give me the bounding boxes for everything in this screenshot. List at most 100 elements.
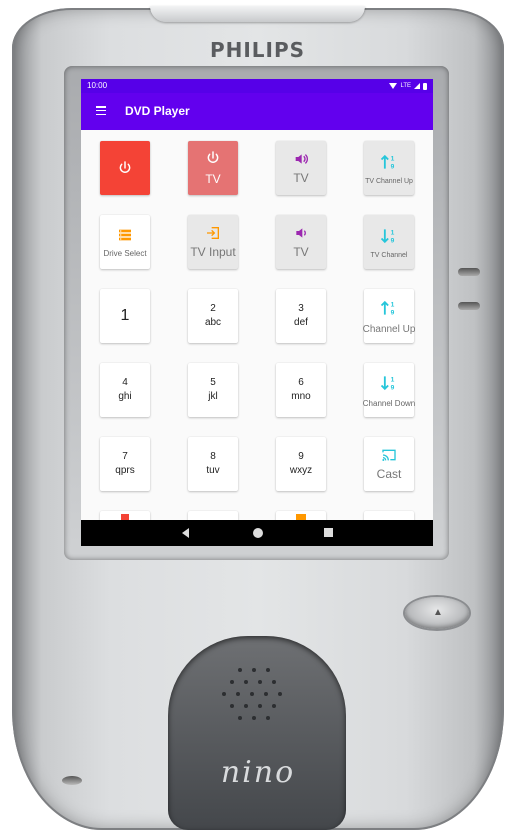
- cast-button[interactable]: Cast: [364, 437, 414, 491]
- tv-input-button[interactable]: TV Input: [188, 215, 238, 269]
- key-5-button[interactable]: 5 jkl: [188, 363, 238, 417]
- tv-volume-down-button[interactable]: TV: [276, 215, 326, 269]
- key-digit: 1: [120, 307, 130, 324]
- volume-down-icon: [296, 228, 306, 238]
- side-indicator-top: [458, 268, 480, 276]
- tv-channel-up-label: TV Channel Up: [365, 177, 413, 185]
- grille-hole: [250, 692, 254, 696]
- system-nav-bar: [81, 520, 433, 546]
- cast-label: Cast: [376, 467, 402, 481]
- key-9-button[interactable]: 9 wxyz: [276, 437, 326, 491]
- key-letters: jkl: [208, 391, 218, 402]
- grille-hole: [266, 668, 270, 672]
- grille-hole: [266, 716, 270, 720]
- key-letters: abc: [204, 317, 222, 328]
- tv-volume-down-label: TV: [293, 245, 309, 259]
- tv-volume-up-button[interactable]: TV: [276, 141, 326, 195]
- speaker-grille: [168, 636, 346, 830]
- grille-hole: [230, 704, 234, 708]
- key-4-button[interactable]: 4 ghi: [100, 363, 150, 417]
- grille-hole: [252, 668, 256, 672]
- svg-text:9: 9: [391, 163, 395, 170]
- key-letters: tuv: [206, 465, 220, 476]
- cast-icon: [382, 449, 396, 461]
- grille-hole: [238, 668, 242, 672]
- key-letters: ghi: [118, 391, 132, 402]
- key-3-button[interactable]: 3 def: [276, 289, 326, 343]
- tv-channel-up-button[interactable]: 19 TV Channel Up: [364, 141, 414, 195]
- hardware-action-button[interactable]: ▲: [405, 597, 469, 629]
- recents-icon[interactable]: [324, 528, 333, 537]
- grille-hole: [264, 692, 268, 696]
- drive-select-label: Drive Select: [103, 248, 147, 258]
- grille-hole: [278, 692, 282, 696]
- app-bar: DVD Player: [81, 93, 433, 130]
- status-bar: 10:00 LTE: [81, 79, 433, 93]
- sort-descending-icon: 19: [380, 375, 395, 391]
- svg-text:1: 1: [391, 301, 395, 308]
- key-letters: wxyz: [289, 465, 313, 476]
- svg-text:1: 1: [391, 155, 395, 162]
- svg-text:1: 1: [391, 376, 395, 383]
- tv-channel-down-label: TV Channel: [370, 251, 408, 259]
- svg-text:9: 9: [391, 237, 395, 244]
- channel-up-label: Channel Up: [362, 323, 416, 335]
- grille-hole: [236, 692, 240, 696]
- tv-input-label: TV Input: [190, 245, 236, 259]
- phone-screen: 10:00 LTE DVD Player TV TV 19 TV Channel…: [81, 79, 433, 546]
- svg-text:1: 1: [391, 229, 395, 236]
- grille-hole: [244, 704, 248, 708]
- nino-logo: nino: [220, 755, 296, 790]
- sort-descending-icon: 19: [380, 229, 395, 244]
- sort-ascending-icon: 19: [380, 300, 395, 316]
- grille-hole: [272, 704, 276, 708]
- power-icon: [119, 161, 131, 173]
- home-icon[interactable]: [253, 528, 263, 538]
- key-digit: 4: [122, 377, 128, 388]
- grille-hole: [272, 680, 276, 684]
- key-digit: 8: [210, 451, 216, 462]
- tv-volume-up-label: TV: [293, 171, 309, 185]
- app-title: DVD Player: [125, 104, 190, 118]
- key-letters: mno: [291, 391, 311, 402]
- key-letters: def: [294, 317, 308, 328]
- key-7-button[interactable]: 7 qprs: [100, 437, 150, 491]
- key-digit: 5: [210, 377, 216, 388]
- channel-down-label: Channel Down: [362, 398, 416, 408]
- menu-icon[interactable]: [96, 106, 106, 116]
- brand-logo: PHILIPS: [209, 38, 306, 62]
- wifi-icon: [389, 83, 398, 89]
- grille-hole: [244, 680, 248, 684]
- key-digit: 3: [298, 303, 304, 314]
- grille-hole: [258, 704, 262, 708]
- grille-hole: [230, 680, 234, 684]
- remote-button-grid: TV TV 19 TV Channel Up Drive Select TV I…: [81, 130, 433, 546]
- partial-icon: [296, 514, 306, 520]
- key-digit: 2: [210, 303, 216, 314]
- key-digit: 9: [298, 451, 304, 462]
- tv-power-button[interactable]: TV: [188, 141, 238, 195]
- grille-hole: [222, 692, 226, 696]
- signal-icon: [414, 83, 420, 89]
- back-icon[interactable]: [182, 528, 189, 538]
- key-6-button[interactable]: 6 mno: [276, 363, 326, 417]
- key-8-button[interactable]: 8 tuv: [188, 437, 238, 491]
- drive-select-button[interactable]: Drive Select: [100, 215, 150, 269]
- key-letters: qprs: [115, 465, 135, 476]
- device-top-cap: [150, 6, 365, 22]
- tv-channel-down-button[interactable]: 19 TV Channel: [364, 215, 414, 269]
- grille-hole: [252, 716, 256, 720]
- channel-down-button[interactable]: 19 Channel Down: [362, 363, 416, 417]
- microphone: [62, 776, 82, 785]
- key-1-button[interactable]: 1: [100, 289, 150, 343]
- key-2-button[interactable]: 2 abc: [188, 289, 238, 343]
- grille-hole: [258, 680, 262, 684]
- svg-text:9: 9: [391, 309, 395, 316]
- input-icon: [207, 227, 219, 239]
- status-time: 10:00: [87, 81, 108, 90]
- side-indicator-bottom: [458, 302, 480, 310]
- channel-up-button[interactable]: 19 Channel Up: [362, 289, 416, 343]
- tv-power-label: TV: [205, 172, 221, 186]
- power-icon: [207, 151, 219, 163]
- power-button[interactable]: [100, 141, 150, 195]
